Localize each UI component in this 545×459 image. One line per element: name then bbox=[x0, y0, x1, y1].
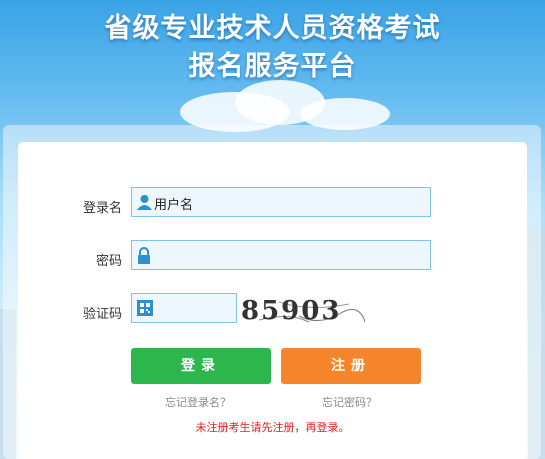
login-button[interactable]: 登录 bbox=[131, 348, 271, 384]
captcha-field[interactable] bbox=[131, 293, 237, 323]
lock-icon bbox=[137, 247, 151, 268]
page-title-line1: 省级专业技术人员资格考试 bbox=[104, 13, 441, 44]
user-icon bbox=[137, 194, 152, 214]
register-notice: 未注册考生请先注册，再登录。 bbox=[195, 421, 350, 434]
captcha-text: 85903 bbox=[241, 296, 341, 326]
forgot-username-link[interactable]: 忘记登录名？ bbox=[165, 394, 231, 410]
username-label: 登录名 bbox=[82, 201, 122, 216]
captcha-icon bbox=[137, 300, 153, 320]
page-title-line2: 报名服务平台 bbox=[188, 51, 357, 82]
password-label: 密码 bbox=[95, 254, 122, 269]
username-field[interactable]: 用户名 bbox=[131, 187, 431, 217]
register-button[interactable]: 注册 bbox=[281, 348, 421, 384]
captcha-image[interactable]: 85903 bbox=[239, 292, 365, 326]
captcha-label: 验证码 bbox=[82, 307, 122, 322]
password-field[interactable] bbox=[131, 240, 431, 270]
username-placeholder: 用户名 bbox=[154, 198, 194, 213]
forgot-password-link[interactable]: 忘记密码？ bbox=[322, 394, 377, 410]
